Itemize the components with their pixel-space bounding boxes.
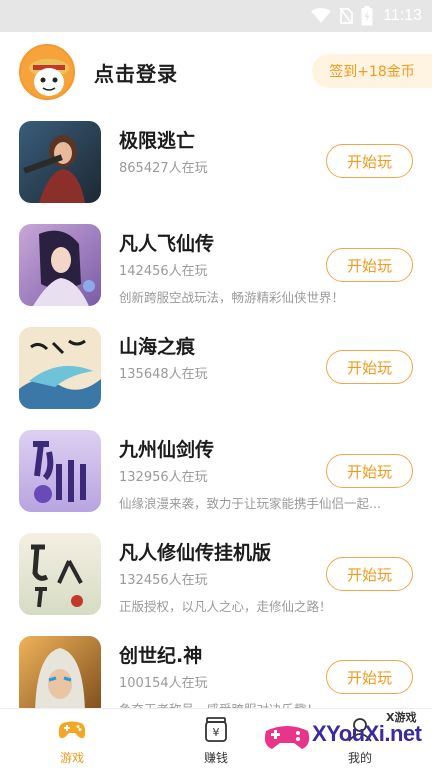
game-name: 山海之痕 xyxy=(119,336,196,358)
game-players: 132456人在玩 xyxy=(119,573,208,588)
game-description: 仙缘浪漫来袭，致力于让玩家能携手仙侣一起... xyxy=(119,496,381,511)
game-icon-chuangshiji[interactable] xyxy=(19,636,101,708)
play-button[interactable]: 开始玩 xyxy=(326,248,413,282)
game-players: 132956人在玩 xyxy=(119,470,208,485)
play-button[interactable]: 开始玩 xyxy=(326,454,413,488)
game-description: 正版授权，以凡人之心，走修仙之路！ xyxy=(119,599,332,614)
list-item[interactable]: 极限逃亡 865427人在玩 开始玩 xyxy=(0,110,432,213)
login-button[interactable]: 点击登录 xyxy=(94,58,178,87)
list-item[interactable]: 凡人修仙传挂机版 132456人在玩 正版授权，以凡人之心，走修仙之路！ 开始玩 xyxy=(0,522,432,625)
game-name: 凡人修仙传挂机版 xyxy=(119,542,272,564)
avatar-icon[interactable] xyxy=(19,44,75,100)
status-icons: 11:13 xyxy=(311,5,422,27)
list-item[interactable]: 创世纪.神 100154人在玩 争夺王者称号，感受跨服对决乐趣！ 开始玩 xyxy=(0,625,432,708)
status-time: 11:13 xyxy=(383,7,422,24)
game-players: 100154人在玩 xyxy=(119,676,208,691)
status-bar: 11:13 xyxy=(0,0,432,32)
game-icon-jiuzhou[interactable] xyxy=(19,430,101,512)
watermark-text: XYouXi.net xyxy=(312,721,422,746)
game-players: 865427人在玩 xyxy=(119,161,208,176)
play-button[interactable]: 开始玩 xyxy=(326,144,413,178)
play-button[interactable]: 开始玩 xyxy=(326,660,413,694)
game-name: 九州仙剑传 xyxy=(119,439,215,461)
game-players: 135648人在玩 xyxy=(119,367,208,382)
game-name: 极限逃亡 xyxy=(119,130,196,152)
nav-item-games[interactable]: 游戏 xyxy=(22,713,122,768)
game-name: 创世纪.神 xyxy=(119,645,203,667)
game-icon-jixian[interactable] xyxy=(19,121,101,203)
no-sim-icon xyxy=(339,7,354,25)
header: 点击登录 签到+18金币 xyxy=(0,32,432,110)
game-icon-shanhai[interactable] xyxy=(19,327,101,409)
play-button[interactable]: 开始玩 xyxy=(326,350,413,384)
list-item[interactable]: 九州仙剑传 132956人在玩 仙缘浪漫来袭，致力于让玩家能携手仙侣一起... … xyxy=(0,419,432,522)
game-icon-fanren-feixian[interactable] xyxy=(19,224,101,306)
game-list: 极限逃亡 865427人在玩 开始玩 凡人飞仙传 142456人在玩 创新跨服空… xyxy=(0,110,432,708)
game-name: 凡人飞仙传 xyxy=(119,233,215,255)
game-players: 142456人在玩 xyxy=(119,264,208,279)
wifi-icon xyxy=(311,8,332,23)
nav-label-earn: 赚钱 xyxy=(203,751,228,765)
site-watermark: X游戏 XYouXi.net xyxy=(262,705,432,768)
list-item[interactable]: 山海之痕 135648人在玩 开始玩 xyxy=(0,316,432,419)
gamepad-icon xyxy=(58,721,86,739)
battery-charging-icon xyxy=(361,6,373,26)
svg-text:¥: ¥ xyxy=(213,726,220,739)
money-jar-icon: ¥ xyxy=(205,717,227,742)
play-button[interactable]: 开始玩 xyxy=(326,557,413,591)
nav-item-earn[interactable]: ¥ 赚钱 xyxy=(166,713,266,768)
checkin-button[interactable]: 签到+18金币 xyxy=(312,54,432,88)
nav-label-games: 游戏 xyxy=(59,751,84,765)
watermark-logo-icon xyxy=(264,726,310,749)
list-item[interactable]: 凡人飞仙传 142456人在玩 创新跨服空战玩法，畅游精彩仙侠世界！ 开始玩 xyxy=(0,213,432,316)
game-description: 创新跨服空战玩法，畅游精彩仙侠世界！ xyxy=(119,290,345,305)
game-icon-fanren-xiuxian[interactable] xyxy=(19,533,101,615)
